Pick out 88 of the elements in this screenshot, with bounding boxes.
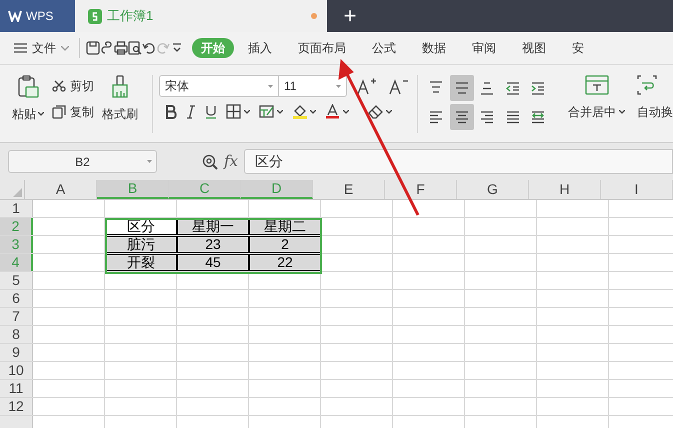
- distribute-align-icon: [530, 109, 546, 125]
- italic-icon[interactable]: [186, 104, 196, 118]
- row-header[interactable]: 12: [0, 398, 33, 415]
- table-cell: 2: [249, 236, 321, 253]
- bottom-align-icon: [479, 80, 496, 96]
- caret-icon: [276, 110, 283, 114]
- caret-icon: [619, 110, 626, 114]
- row-header[interactable]: 6: [0, 290, 33, 307]
- ribbon-tab[interactable]: 插入: [236, 38, 284, 58]
- new-tab-button[interactable]: +: [327, 0, 373, 32]
- wrap-text-button[interactable]: 自动换: [637, 75, 673, 142]
- clipboard-icon: [17, 75, 39, 99]
- zoom-icon[interactable]: [202, 154, 218, 170]
- indent-align-icon: [530, 80, 546, 96]
- bold-icon[interactable]: [164, 104, 177, 118]
- ribbon-tab[interactable]: 公式: [360, 38, 408, 58]
- table-cell: 脏污: [105, 236, 177, 253]
- caret-icon: [342, 110, 349, 114]
- clip-icon[interactable]: [100, 41, 114, 55]
- menu-icon: [14, 43, 27, 53]
- w-logo-icon: [8, 10, 22, 22]
- column-header[interactable]: H: [529, 180, 601, 199]
- column-header[interactable]: E: [313, 180, 385, 199]
- table-cell: 23: [177, 236, 249, 253]
- row-header[interactable]: 5: [0, 272, 33, 289]
- row-header[interactable]: 8: [0, 326, 33, 343]
- increase-font-icon[interactable]: [356, 77, 377, 95]
- caret-icon: [310, 110, 316, 114]
- cut-button[interactable]: 剪切: [52, 77, 94, 95]
- merge-center-button[interactable]: 合并居中: [562, 75, 631, 142]
- paintbrush-icon: [110, 75, 130, 99]
- scissors-icon: [52, 80, 66, 92]
- justify-align-icon: [504, 109, 521, 125]
- caret-icon: [61, 46, 69, 50]
- caret-icon: [268, 84, 273, 88]
- align-button[interactable]: [450, 104, 474, 130]
- caret-icon: [147, 160, 152, 163]
- caret-icon: [336, 84, 341, 88]
- borders-icon[interactable]: [226, 104, 241, 119]
- middle-align-icon: [454, 80, 470, 96]
- row-header[interactable]: 11: [0, 380, 33, 397]
- font-color-icon[interactable]: [324, 104, 340, 119]
- merge-cells-icon: [584, 75, 609, 95]
- caret-icon: [386, 110, 392, 114]
- row-header[interactable]: 10: [0, 362, 33, 379]
- caret-icon: [38, 112, 44, 116]
- table-cell: 开裂: [105, 254, 177, 271]
- ribbon-tab[interactable]: 数据: [410, 38, 458, 58]
- font-size-field[interactable]: 11: [278, 75, 347, 97]
- center-align-icon: [454, 109, 470, 125]
- table-cell: 22: [249, 254, 321, 271]
- function-label[interactable]: fx: [224, 150, 238, 173]
- column-header[interactable]: F: [385, 180, 457, 199]
- eraser-icon[interactable]: [368, 104, 383, 119]
- app-tab[interactable]: WPS: [0, 0, 75, 32]
- font-name-field[interactable]: 宋体: [158, 75, 279, 97]
- format-painter-button[interactable]: 格式刷: [100, 75, 140, 142]
- name-box[interactable]: B2: [8, 150, 157, 173]
- align-button[interactable]: [450, 75, 474, 101]
- ribbon-tab[interactable]: 安: [560, 38, 596, 58]
- print-icon[interactable]: [114, 41, 128, 55]
- column-header[interactable]: I: [601, 180, 673, 199]
- row-header[interactable]: 1: [0, 200, 33, 217]
- undo-icon[interactable]: [142, 41, 156, 55]
- row-header[interactable]: 7: [0, 308, 33, 325]
- wrap-text-icon: [637, 75, 657, 95]
- formula-field[interactable]: 区分: [244, 149, 673, 174]
- copy-button[interactable]: 复制: [52, 103, 94, 121]
- column-header[interactable]: G: [457, 180, 529, 199]
- print-preview-icon[interactable]: [128, 41, 142, 55]
- caret-icon: [244, 110, 250, 114]
- fill-color-icon[interactable]: [292, 104, 307, 119]
- ribbon-tab[interactable]: 视图: [510, 38, 558, 58]
- ribbon-tab[interactable]: 审阅: [460, 38, 508, 58]
- cell-style-icon[interactable]: [258, 104, 274, 119]
- left-align-icon: [428, 109, 444, 125]
- table-cell: 45: [177, 254, 249, 271]
- copy-icon: [52, 105, 66, 119]
- spreadsheet-icon: [88, 8, 102, 24]
- decrease-font-icon[interactable]: [388, 77, 409, 95]
- save-icon[interactable]: [86, 41, 100, 55]
- row-header[interactable]: 9: [0, 344, 33, 361]
- file-menu-button[interactable]: 文件: [14, 37, 73, 59]
- outdent-align-icon: [504, 80, 521, 96]
- right-align-icon: [479, 109, 496, 125]
- ribbon-tab[interactable]: 页面布局: [286, 38, 358, 58]
- paste-button[interactable]: 粘贴: [10, 75, 46, 142]
- underline-icon[interactable]: [204, 104, 217, 118]
